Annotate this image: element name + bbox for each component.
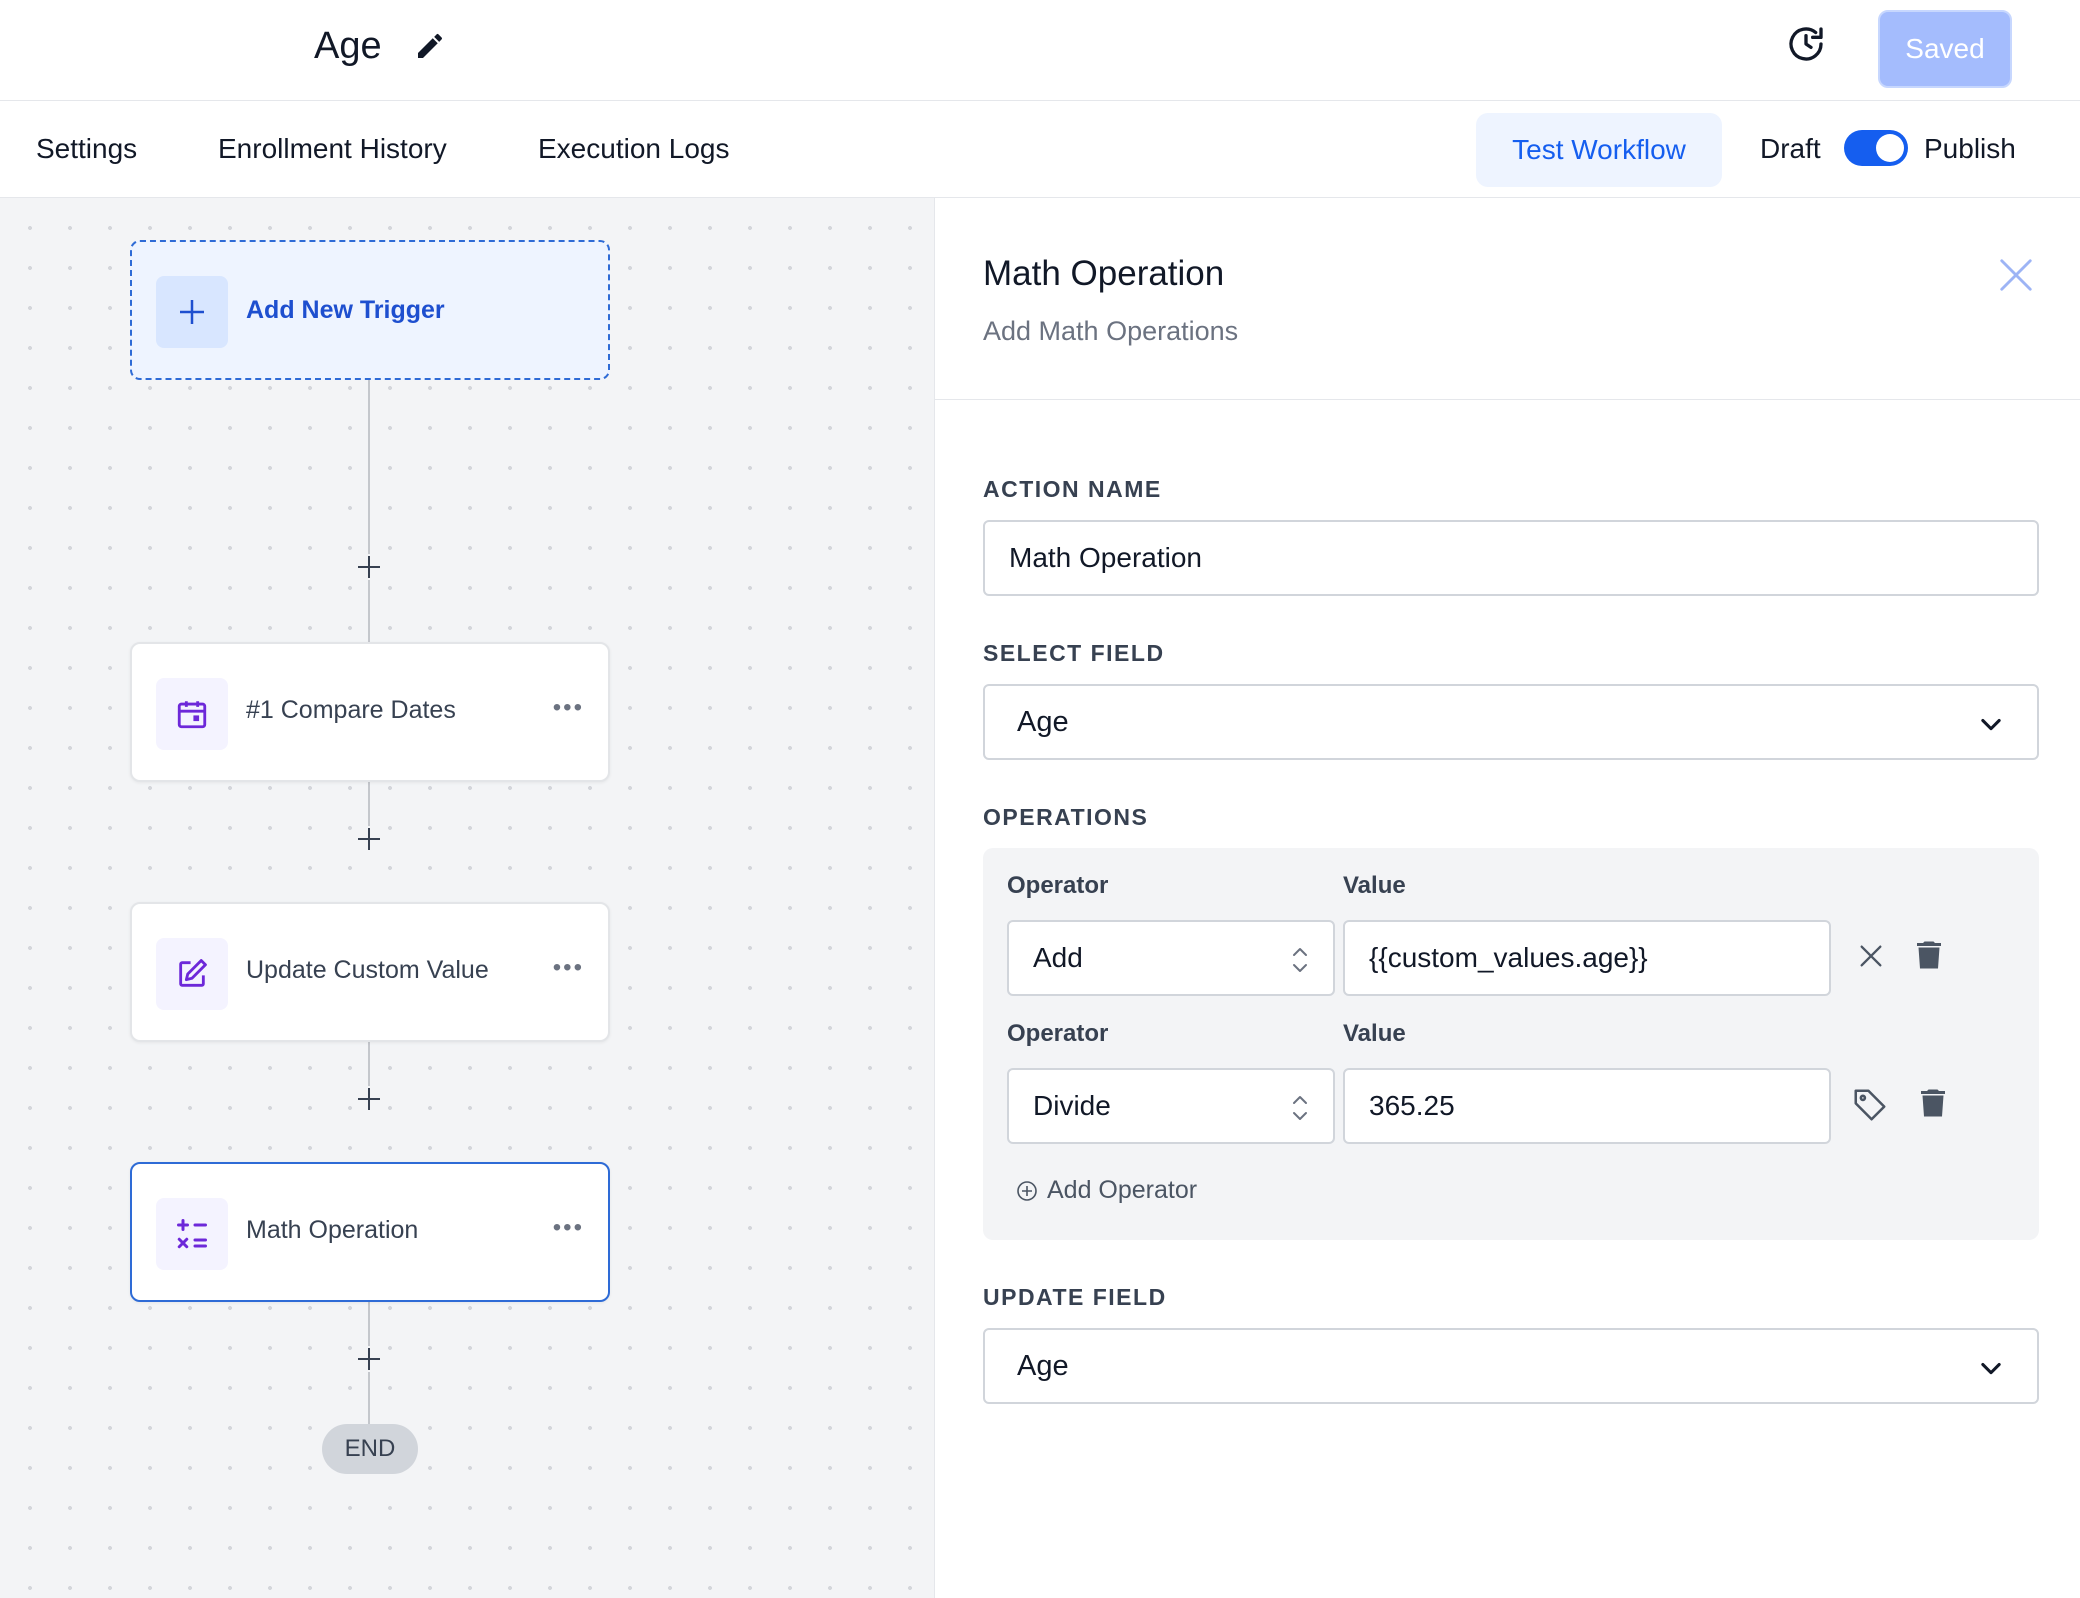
plus-icon [356, 554, 382, 580]
chevron-down-icon [1981, 718, 2001, 731]
workflow-title: Age [314, 25, 382, 67]
plus-icon [356, 1346, 382, 1372]
node-label: Update Custom Value [246, 956, 489, 984]
tab-enrollment-history[interactable]: Enrollment History [218, 131, 447, 167]
plus-icon [180, 300, 204, 324]
workflow-canvas[interactable]: Add New Trigger #1 Compare Dates ••• Upd… [0, 198, 934, 1598]
update-field-label: UPDATE FIELD [983, 1284, 1167, 1310]
node-label: Math Operation [246, 1216, 419, 1244]
more-options-icon[interactable]: ••• [553, 954, 584, 982]
select-field-label: SELECT FIELD [983, 640, 1165, 666]
value-label: Value [1343, 872, 1406, 899]
updown-chevron-icon [1293, 1096, 1307, 1120]
trash-icon[interactable] [1915, 1084, 1951, 1122]
add-step-button[interactable] [356, 826, 382, 852]
close-icon[interactable] [1997, 256, 2035, 294]
publish-label: Publish [1924, 133, 2016, 164]
workflow-node-compare-dates[interactable]: #1 Compare Dates ••• [130, 642, 610, 782]
operator-select[interactable]: Add [1007, 920, 1335, 996]
panel-title: Math Operation [983, 254, 1225, 293]
operator-select-value: Add [1033, 942, 1083, 973]
operator-select-value: Divide [1033, 1090, 1111, 1121]
tab-execution-logs[interactable]: Execution Logs [538, 131, 729, 167]
top-bar: Age Saved [0, 0, 2080, 101]
trigger-plus-box [156, 276, 228, 348]
pencil-icon[interactable] [414, 30, 446, 62]
action-name-input[interactable] [983, 520, 2039, 596]
operator-label: Operator [1007, 872, 1109, 899]
chevron-down-icon [1981, 1362, 2001, 1375]
updown-chevron-icon [1293, 948, 1307, 972]
add-step-button[interactable] [356, 1346, 382, 1372]
test-workflow-button[interactable]: Test Workflow [1476, 113, 1722, 187]
node-icon-box [156, 678, 228, 750]
panel-header: Math Operation Add Math Operations [935, 198, 2080, 400]
clear-value-icon[interactable] [1857, 942, 1885, 970]
more-options-icon[interactable]: ••• [553, 1214, 584, 1242]
node-icon-box [156, 1198, 228, 1270]
plus-circle-icon [1017, 1180, 1037, 1201]
select-field-dropdown[interactable]: Age [983, 684, 2039, 760]
trash-icon[interactable] [1911, 936, 1947, 974]
add-trigger-label: Add New Trigger [246, 296, 445, 324]
operations-label: OPERATIONS [983, 804, 1149, 830]
operation-value-input[interactable] [1343, 920, 1831, 996]
operations-box: Operator Value Add Operator Value Divide… [983, 848, 2039, 1240]
add-step-button[interactable] [356, 1086, 382, 1112]
end-marker: END [322, 1424, 418, 1474]
saved-button[interactable]: Saved [1878, 10, 2012, 88]
value-label: Value [1343, 1020, 1406, 1047]
action-settings-panel: Math Operation Add Math Operations ACTIO… [934, 198, 2080, 1598]
toggle-knob [1876, 134, 1904, 162]
update-field-dropdown[interactable]: Age [983, 1328, 2039, 1404]
calendar-icon [177, 701, 207, 729]
add-operator-button[interactable]: Add Operator [1015, 1176, 1197, 1205]
workflow-node-math-operation[interactable]: Math Operation ••• [130, 1162, 610, 1302]
add-step-button[interactable] [356, 554, 382, 580]
plus-icon [356, 1086, 382, 1112]
operation-value-input[interactable] [1343, 1068, 1831, 1144]
workflow-node-update-custom-value[interactable]: Update Custom Value ••• [130, 902, 610, 1042]
add-operator-label: Add Operator [1047, 1176, 1198, 1204]
operator-label: Operator [1007, 1020, 1109, 1047]
publish-toggle[interactable] [1844, 130, 1908, 166]
history-icon[interactable] [1786, 24, 1826, 64]
node-icon-box [156, 938, 228, 1010]
plus-icon [356, 826, 382, 852]
tab-settings[interactable]: Settings [36, 131, 137, 167]
tag-icon[interactable] [1851, 1086, 1889, 1124]
select-field-value: Age [1017, 706, 1069, 738]
draft-label: Draft [1760, 133, 1821, 164]
add-trigger-card[interactable]: Add New Trigger [130, 240, 610, 380]
edit-square-icon [179, 959, 207, 987]
tab-bar: Settings Enrollment History Execution Lo… [0, 101, 2080, 198]
node-label: #1 Compare Dates [246, 696, 456, 724]
math-icon [177, 1219, 207, 1249]
panel-subtitle: Add Math Operations [983, 316, 1239, 346]
update-field-value: Age [1017, 1350, 1069, 1382]
operator-select[interactable]: Divide [1007, 1068, 1335, 1144]
action-name-label: ACTION NAME [983, 476, 1162, 502]
more-options-icon[interactable]: ••• [553, 694, 584, 722]
